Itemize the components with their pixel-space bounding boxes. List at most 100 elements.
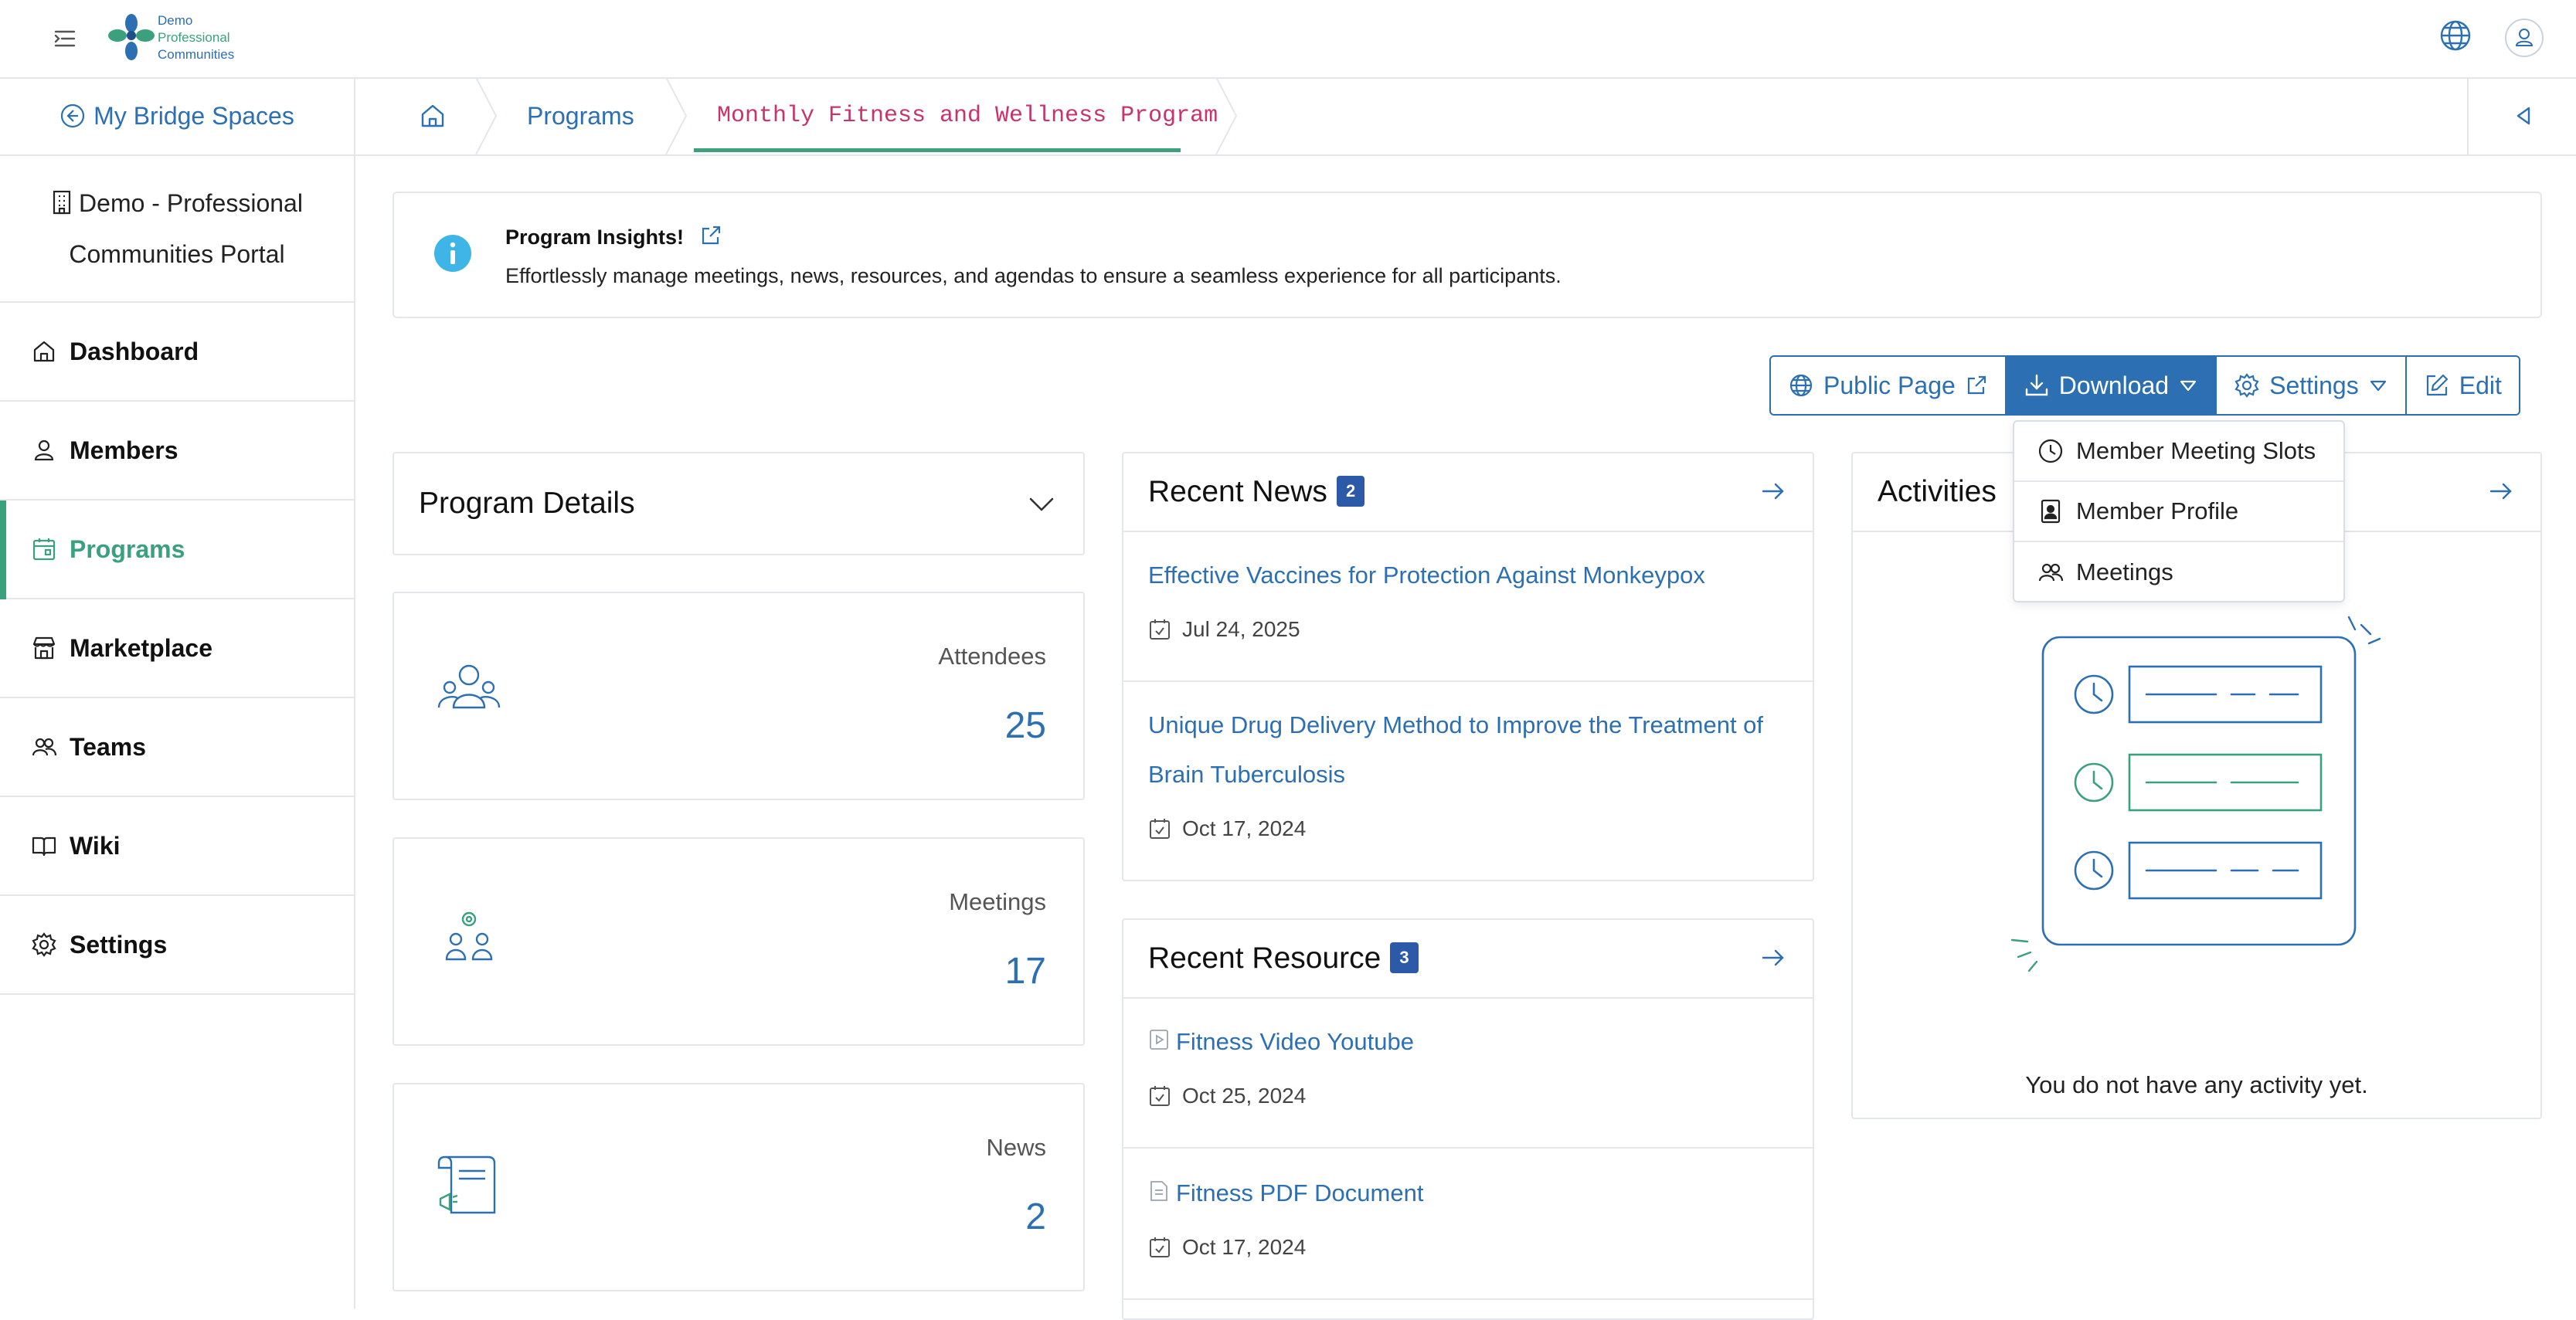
resource-title: Fitness Video Youtube: [1176, 1028, 1414, 1055]
breadcrumb-home-icon[interactable]: [417, 100, 448, 131]
avatar[interactable]: [2505, 19, 2544, 57]
download-icon: [2024, 372, 2050, 399]
logo-line-2: Professional: [158, 30, 230, 45]
sidebar-item-teams[interactable]: Teams: [0, 698, 354, 797]
list-item: Unique Drug Delivery Method to Improve t…: [1123, 682, 1813, 880]
empty-activity-text: You do not have any activity yet.: [2025, 1071, 2368, 1098]
public-page-button[interactable]: Public Page: [1769, 355, 2007, 416]
menu-item-label: Member Profile: [2076, 497, 2239, 524]
sidebar-item-label: Programs: [70, 534, 185, 563]
sidebar-item-label: Members: [70, 436, 178, 464]
sidebar-item-marketplace[interactable]: Marketplace: [0, 599, 354, 698]
breadcrumb-separator: [1213, 77, 1244, 154]
news-link[interactable]: Unique Drug Delivery Method to Improve t…: [1148, 701, 1763, 799]
breadcrumb-active-underline: [694, 148, 1181, 152]
edit-button[interactable]: Edit: [2404, 355, 2520, 416]
activities-title: Activities: [1878, 475, 1997, 508]
menu-item-label: Meetings: [2076, 558, 2173, 585]
sidebar-item-members[interactable]: Members: [0, 402, 354, 501]
store-icon: [31, 635, 57, 661]
chevron-down-icon[interactable]: [1026, 489, 1057, 520]
breadcrumb-current: Monthly Fitness and Wellness Program: [717, 103, 1218, 129]
user-icon: [31, 437, 57, 463]
public-page-label: Public Page: [1823, 371, 1956, 399]
recent-resource-title-row: Recent Resource 3: [1148, 920, 1419, 997]
id-badge-icon: [2037, 498, 2064, 524]
arrow-right-icon[interactable]: [2488, 478, 2514, 504]
caret-down-icon: [2368, 375, 2388, 395]
calendar-check-icon: [1148, 817, 1171, 840]
recent-news-title-row: Recent News 2: [1148, 453, 1365, 531]
insight-title-row: Program Insights!: [505, 224, 722, 249]
news-date: Oct 17, 2024: [1148, 816, 1306, 841]
collapse-panel-button[interactable]: [2467, 77, 2576, 154]
stat-value: 2: [1025, 1196, 1046, 1237]
users-icon: [2037, 559, 2064, 585]
news-date-text: Oct 17, 2024: [1182, 816, 1307, 840]
menu-item-member-profile[interactable]: Member Profile: [2014, 482, 2343, 542]
arrow-left-circle-icon: [59, 103, 86, 129]
back-to-bridge-spaces-link[interactable]: My Bridge Spaces: [0, 77, 354, 156]
news-icon: [434, 1151, 504, 1220]
brand-logo[interactable]: Demo Professional Communities: [107, 9, 246, 68]
list-item: Fitness PDF Document Oct 17, 2024: [1123, 1149, 1813, 1300]
arrow-right-icon[interactable]: [1760, 945, 1786, 971]
program-details-card[interactable]: Program Details: [393, 452, 1085, 555]
download-label: Download: [2058, 371, 2170, 399]
users-icon: [31, 734, 57, 760]
menu-item-meetings[interactable]: Meetings: [2014, 542, 2343, 602]
recent-news-header: Recent News 2: [1123, 453, 1813, 532]
portal-name: Demo - Professional Communities Portal: [0, 154, 354, 303]
resource-date-text: Oct 25, 2024: [1182, 1084, 1307, 1108]
breadcrumb-programs-link[interactable]: Programs: [527, 77, 634, 154]
edit-label: Edit: [2459, 371, 2502, 399]
download-button[interactable]: Download: [2004, 355, 2217, 416]
building-icon: [51, 190, 73, 215]
breadcrumb-separator: [663, 77, 694, 154]
settings-button[interactable]: Settings: [2215, 355, 2407, 416]
breadcrumb: Programs Monthly Fitness and Wellness Pr…: [355, 77, 2576, 156]
breadcrumb-separator: [473, 77, 504, 154]
stat-value: 25: [1004, 705, 1046, 746]
news-link-line-1: Unique Drug Delivery Method to Improve t…: [1148, 711, 1764, 738]
sidebar-item-label: Teams: [70, 732, 147, 761]
menu-item-member-meeting-slots[interactable]: Member Meeting Slots: [2014, 422, 2343, 482]
calendar-check-icon: [1148, 1084, 1171, 1108]
sidebar-item-programs[interactable]: Programs: [0, 501, 354, 599]
sidebar-item-label: Settings: [70, 930, 168, 959]
top-bar: Demo Professional Communities: [0, 0, 2576, 79]
resource-link[interactable]: Fitness PDF Document: [1148, 1169, 1423, 1218]
globe-icon[interactable]: [2437, 17, 2474, 54]
stat-label: News: [986, 1134, 1046, 1161]
resource-date-text: Oct 17, 2024: [1182, 1235, 1307, 1259]
news-link[interactable]: Effective Vaccines for Protection Agains…: [1148, 551, 1705, 600]
menu-toggle-icon[interactable]: [49, 23, 80, 54]
empty-activity-illustration: [2007, 608, 2394, 979]
calendar-icon: [31, 536, 57, 562]
sidebar-item-settings[interactable]: Settings: [0, 896, 354, 995]
insight-text: Effortlessly manage meetings, news, reso…: [505, 264, 1562, 287]
sidebar-item-label: Wiki: [70, 831, 121, 860]
gear-icon: [2234, 372, 2260, 399]
sidebar-item-wiki[interactable]: Wiki: [0, 797, 354, 896]
menu-item-label: Member Meeting Slots: [2076, 437, 2316, 464]
resource-link[interactable]: Fitness Video Youtube: [1148, 1017, 1414, 1067]
book-icon: [31, 833, 57, 859]
news-link-line-2: Brain Tuberculosis: [1148, 761, 1346, 788]
attendees-icon: [434, 660, 504, 729]
count-badge: 3: [1390, 942, 1419, 973]
calendar-check-icon: [1148, 618, 1171, 641]
resource-date: Oct 17, 2024: [1148, 1235, 1306, 1260]
logo-text: Demo Professional Communities: [158, 12, 234, 63]
sidebar-item-dashboard[interactable]: Dashboard: [0, 303, 354, 402]
program-toolbar: Public Page Download Settings Edit: [1769, 355, 2520, 416]
news-date-text: Jul 24, 2025: [1182, 617, 1300, 641]
edit-icon: [2424, 372, 2450, 399]
download-menu: Member Meeting Slots Member Profile Meet…: [2013, 420, 2345, 602]
sidebar-item-label: Marketplace: [70, 633, 212, 662]
external-link-icon[interactable]: [699, 224, 722, 247]
sidebar-nav: Dashboard Members Programs Marketplace T…: [0, 303, 354, 995]
insight-title: Program Insights!: [505, 226, 685, 249]
arrow-right-icon[interactable]: [1760, 478, 1786, 504]
recent-resource-title: Recent Resource: [1148, 942, 1381, 975]
